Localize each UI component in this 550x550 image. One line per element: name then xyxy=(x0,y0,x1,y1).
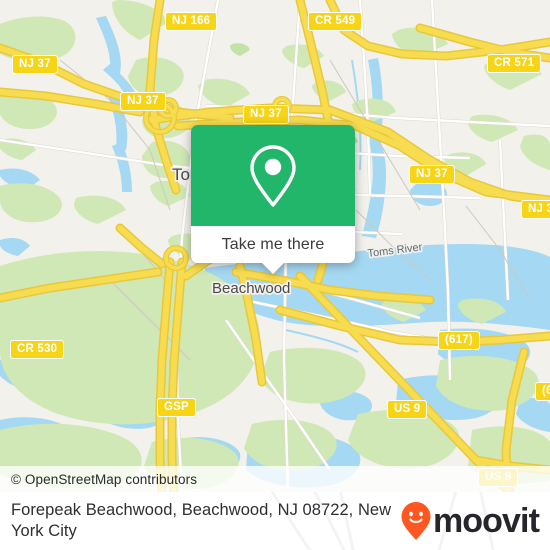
map-attribution-bar: © OpenStreetMap contributors xyxy=(0,466,550,492)
road-shield: US 9 xyxy=(387,400,428,419)
road-shield-label: (625) xyxy=(542,385,550,397)
road-shield: NJ 37 xyxy=(243,105,289,124)
road-shield-label: US 9 xyxy=(394,403,421,415)
road-shield: (617) xyxy=(438,331,480,350)
road-shield: NJ 166 xyxy=(165,12,218,31)
road-shield: GSP xyxy=(157,398,196,417)
road-shield: (625) xyxy=(535,382,550,401)
road-shield: NJ 37 xyxy=(521,200,550,219)
map-result-screen: .water { fill:#a5d8f2; } .park { fill:#c… xyxy=(0,0,550,550)
footer-bar: Forepeak Beachwood, Beachwood, NJ 08722,… xyxy=(0,492,550,550)
road-shield-label: CR 530 xyxy=(17,343,58,355)
destination-title: Forepeak Beachwood, Beachwood, NJ 08722,… xyxy=(11,501,392,540)
osm-attribution-text[interactable]: © OpenStreetMap contributors xyxy=(0,472,197,487)
road-shield: CR 571 xyxy=(487,54,542,73)
take-me-there-button[interactable]: Take me there xyxy=(191,226,355,263)
road-shield-label: (617) xyxy=(445,334,473,346)
moovit-wordmark: moovit xyxy=(432,502,540,540)
road-shield-label: NJ 37 xyxy=(250,108,282,120)
road-shield: CR 549 xyxy=(308,12,363,31)
moovit-brand: moovit xyxy=(400,501,540,541)
road-shield-label: NJ 37 xyxy=(528,203,550,215)
map-canvas[interactable]: .water { fill:#a5d8f2; } .park { fill:#c… xyxy=(0,0,550,492)
destination-callout[interactable]: Take me there xyxy=(191,125,355,274)
road-shield: NJ 37 xyxy=(120,92,166,111)
road-shield-label: NJ 37 xyxy=(19,58,51,70)
road-shield-label: CR 549 xyxy=(315,15,356,27)
moovit-smiley-pin-icon xyxy=(401,502,431,540)
road-shield-label: CR 571 xyxy=(494,57,535,69)
road-shield-label: NJ 37 xyxy=(416,168,448,180)
road-shield-label: GSP xyxy=(164,401,189,413)
take-me-there-label: Take me there xyxy=(221,235,325,253)
road-shield: NJ 37 xyxy=(409,165,455,184)
road-shield: NJ 37 xyxy=(12,55,58,74)
road-shield: CR 530 xyxy=(10,340,65,359)
callout-header xyxy=(191,125,355,226)
road-shield-label: NJ 37 xyxy=(127,95,159,107)
callout-pointer xyxy=(261,262,285,274)
road-shield-label: NJ 166 xyxy=(172,15,211,27)
map-pin-icon xyxy=(250,144,296,207)
